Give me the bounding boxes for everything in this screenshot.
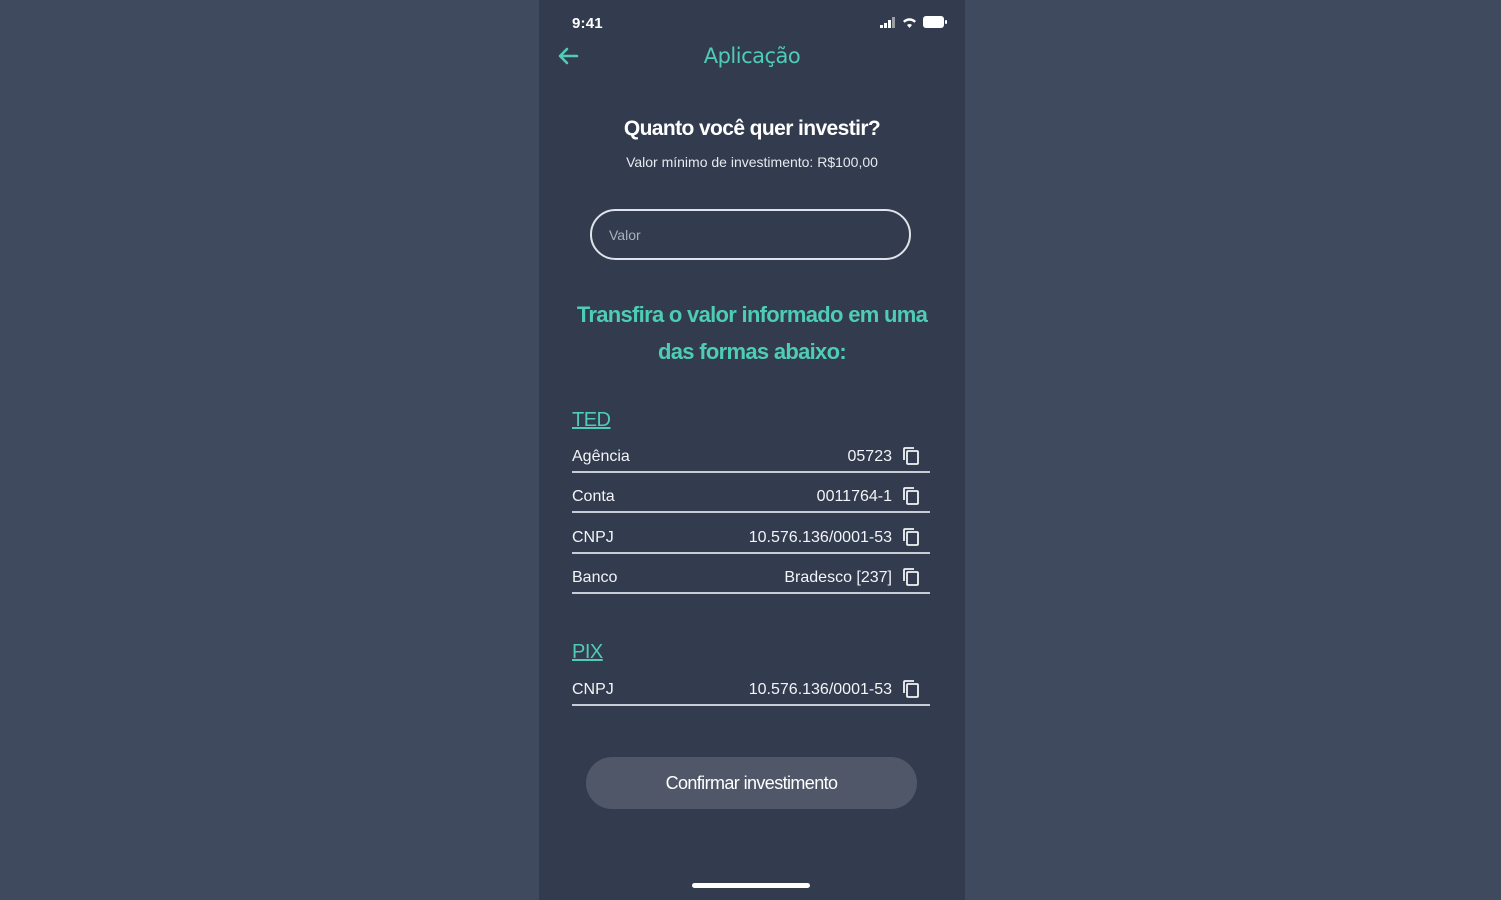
signal-icon: [880, 16, 895, 28]
copy-icon[interactable]: [902, 486, 920, 506]
row-value: 05723: [847, 448, 893, 465]
pix-section-title[interactable]: PIX: [572, 641, 603, 664]
copy-icon[interactable]: [902, 679, 920, 699]
investment-question: Quanto você quer investir?: [623, 117, 881, 140]
ted-row-banco: Banco Bradesco [237]: [572, 564, 930, 594]
row-value: 10.576.136/0001-53: [748, 681, 892, 698]
ted-row-conta: Conta 0011764-1: [572, 483, 930, 513]
wifi-icon: [903, 17, 916, 28]
row-value: 10.576.136/0001-53: [748, 529, 892, 546]
row-label: Banco: [572, 569, 618, 586]
navigation-bar: Aplicação: [539, 36, 965, 76]
row-label: CNPJ: [572, 529, 614, 546]
minimum-value-text: Valor mínimo de investimento: R$100,00: [626, 154, 878, 170]
row-value: 0011764-1: [816, 488, 892, 505]
page-background: 9:41 Aplicação Quanto você quer investir…: [0, 0, 1501, 900]
phone-screen: 9:41 Aplicação Quanto você quer investir…: [539, 0, 965, 900]
status-time: 9:41: [572, 15, 603, 32]
ted-row-agencia: Agência 05723: [572, 443, 930, 473]
ted-row-cnpj: CNPJ 10.576.136/0001-53: [572, 524, 930, 554]
copy-icon[interactable]: [902, 446, 920, 466]
page-title: Aplicação: [703, 44, 801, 68]
confirm-investment-button[interactable]: Confirmar investimento: [586, 757, 917, 809]
pix-row-cnpj: CNPJ 10.576.136/0001-53: [572, 676, 930, 706]
battery-icon: [923, 16, 947, 28]
status-icons: [880, 16, 947, 28]
row-label: Agência: [572, 448, 630, 465]
row-value: Bradesco [237]: [784, 569, 892, 586]
value-input[interactable]: [590, 209, 911, 260]
transfer-instructions: Transfira o valor informado em uma das f…: [576, 302, 928, 364]
row-label: CNPJ: [572, 681, 614, 698]
copy-icon[interactable]: [902, 567, 920, 587]
row-label: Conta: [572, 488, 615, 505]
home-indicator: [692, 883, 810, 888]
copy-icon[interactable]: [902, 527, 920, 547]
ted-section-title[interactable]: TED: [572, 409, 611, 432]
